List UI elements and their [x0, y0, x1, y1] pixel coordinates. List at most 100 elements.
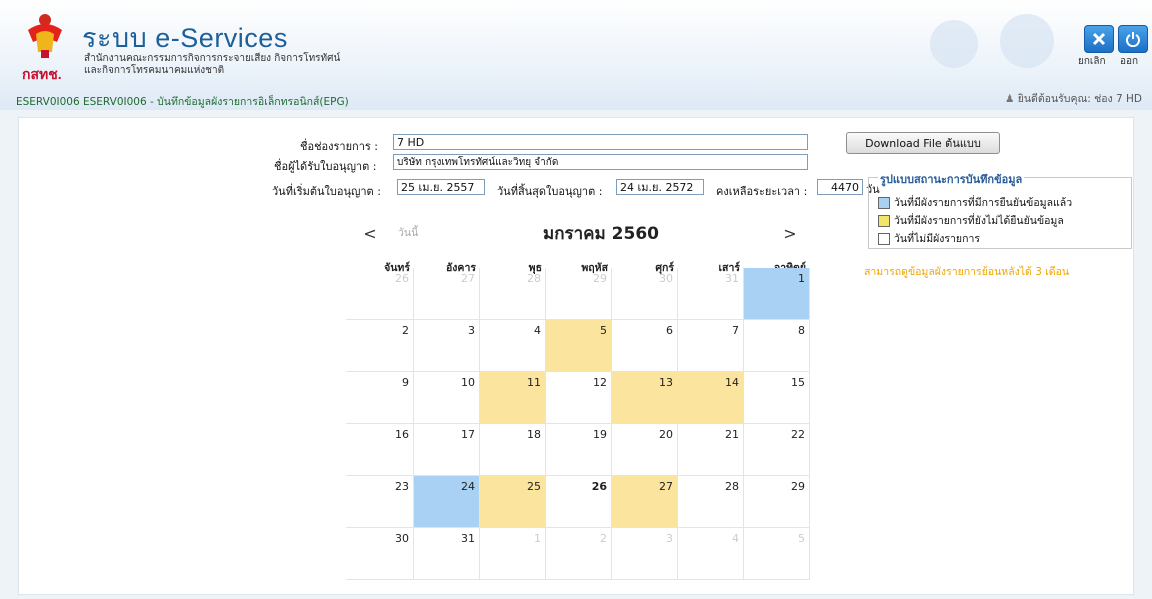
day-number: 18 [527, 428, 541, 441]
day-number: 1 [534, 532, 541, 545]
license-end-field[interactable]: 24 เม.ย. 2572 [616, 179, 704, 195]
calendar-day-cell[interactable]: 4 [678, 528, 744, 580]
welcome-label: ยินดีต้อนรับคุณ: ช่อง 7 HD [1017, 93, 1142, 105]
day-number: 23 [395, 480, 409, 493]
calendar-day-cell[interactable]: 18 [480, 424, 546, 476]
calendar-day-cell[interactable]: 10 [414, 372, 480, 424]
legend-swatch-yellow [878, 214, 890, 227]
calendar-day-cell[interactable]: 23 [346, 476, 414, 528]
calendar-day-cell[interactable]: 25 [480, 476, 546, 528]
day-number: 2 [600, 532, 607, 545]
day-number: 5 [798, 532, 805, 545]
calendar-day-cell[interactable]: 21 [678, 424, 744, 476]
remaining-days-field[interactable]: 4470 [817, 179, 863, 195]
org-name-line2: และกิจการโทรคมนาคมแห่งชาติ [84, 65, 225, 76]
calendar-day-cell[interactable]: 29 [744, 476, 810, 528]
calendar-day-cell[interactable]: 30 [346, 528, 414, 580]
calendar-day-cell[interactable]: 15 [744, 372, 810, 424]
calendar-day-cell[interactable]: 28 [480, 268, 546, 320]
day-number: 3 [468, 324, 475, 337]
close-icon [1092, 32, 1106, 46]
day-number: 28 [725, 480, 739, 493]
calendar-day-cell[interactable]: 26 [546, 476, 612, 528]
calendar-day-cell[interactable]: 29 [546, 268, 612, 320]
day-number: 28 [527, 272, 541, 285]
licensee-label: ชื่อผู้ได้รับใบอนุญาต : [274, 160, 377, 173]
day-number: 17 [461, 428, 475, 441]
calendar-day-cell[interactable]: 1 [480, 528, 546, 580]
channel-name-field[interactable]: 7 HD [393, 134, 808, 150]
calendar-day-cell[interactable]: 17 [414, 424, 480, 476]
calendar-day-cell[interactable]: 24 [414, 476, 480, 528]
day-number: 19 [593, 428, 607, 441]
licensee-field[interactable]: บริษัท กรุงเทพโทรทัศน์และวิทยุ จำกัด [393, 154, 808, 170]
legend-item-confirmed: วันที่มีผังรายการที่มีการยืนยันข้อมูลแล้… [878, 194, 1072, 211]
calendar-day-cell[interactable]: 5 [546, 320, 612, 372]
day-number: 4 [732, 532, 739, 545]
calendar-day-cell[interactable]: 1 [744, 268, 810, 320]
garuda-emblem-icon [28, 14, 62, 58]
day-number: 5 [600, 324, 607, 337]
calendar-day-cell[interactable]: 13 [612, 372, 678, 424]
calendar-day-cell[interactable]: 22 [744, 424, 810, 476]
next-month-button[interactable]: > [774, 222, 806, 244]
calendar-day-cell[interactable]: 9 [346, 372, 414, 424]
calendar-day-cell[interactable]: 16 [346, 424, 414, 476]
day-number: 10 [461, 376, 475, 389]
day-number: 13 [659, 376, 673, 389]
calendar-day-cell[interactable]: 2 [346, 320, 414, 372]
calendar-day-cell[interactable]: 20 [612, 424, 678, 476]
calendar-day-cell[interactable]: 2 [546, 528, 612, 580]
calendar-day-cell[interactable]: 11 [480, 372, 546, 424]
calendar-day-cell[interactable]: 7 [678, 320, 744, 372]
day-number: 31 [461, 532, 475, 545]
calendar-day-cell[interactable]: 26 [346, 268, 414, 320]
legend-item-empty: วันที่ไม่มีผังรายการ [878, 230, 980, 247]
calendar-day-cell[interactable]: 3 [612, 528, 678, 580]
day-number: 30 [659, 272, 673, 285]
calendar-day-cell[interactable]: 4 [480, 320, 546, 372]
day-number: 21 [725, 428, 739, 441]
logo-text: กสทช. [22, 66, 62, 82]
calendar-day-cell[interactable]: 14 [678, 372, 744, 424]
exit-button[interactable] [1118, 25, 1148, 53]
day-number: 24 [461, 480, 475, 493]
welcome-text: ♟ ยินดีต้อนรับคุณ: ช่อง 7 HD [1005, 90, 1142, 107]
cancel-label[interactable]: ยกเลิก [1078, 54, 1106, 69]
legend-label: วันที่มีผังรายการที่ยังไม่ได้ยืนยันข้อมู… [894, 215, 1064, 227]
day-number: 26 [591, 480, 607, 493]
calendar-day-cell[interactable]: 28 [678, 476, 744, 528]
day-number: 1 [798, 272, 805, 285]
calendar-day-cell[interactable]: 12 [546, 372, 612, 424]
day-number: 8 [798, 324, 805, 337]
license-end-label: วันที่สิ้นสุดใบอนุญาต : [497, 185, 603, 198]
calendar-day-cell[interactable]: 27 [612, 476, 678, 528]
calendar-day-cell[interactable]: 31 [678, 268, 744, 320]
prev-month-button[interactable]: < [354, 222, 386, 244]
license-start-field[interactable]: 25 เม.ย. 2557 [397, 179, 485, 195]
legend-swatch-white [878, 232, 890, 245]
remaining-label: คงเหลือระยะเวลา : [716, 185, 808, 198]
calendar-day-cell[interactable]: 3 [414, 320, 480, 372]
day-number: 27 [461, 272, 475, 285]
day-number: 4 [534, 324, 541, 337]
calendar-day-cell[interactable]: 5 [744, 528, 810, 580]
day-number: 11 [527, 376, 541, 389]
today-button[interactable]: วันนี้ [398, 224, 418, 241]
day-number: 29 [593, 272, 607, 285]
day-number: 25 [527, 480, 541, 493]
decorative-circle [1000, 14, 1054, 68]
cancel-button[interactable] [1084, 25, 1114, 53]
calendar-day-cell[interactable]: 6 [612, 320, 678, 372]
day-number: 15 [791, 376, 805, 389]
exit-label[interactable]: ออก [1120, 54, 1138, 69]
calendar-day-cell[interactable]: 30 [612, 268, 678, 320]
calendar-day-cell[interactable]: 31 [414, 528, 480, 580]
day-number: 26 [395, 272, 409, 285]
day-number: 16 [395, 428, 409, 441]
calendar-day-cell[interactable]: 27 [414, 268, 480, 320]
day-number: 6 [666, 324, 673, 337]
download-template-button[interactable]: Download File ต้นแบบ [846, 132, 1000, 154]
calendar-day-cell[interactable]: 19 [546, 424, 612, 476]
calendar-day-cell[interactable]: 8 [744, 320, 810, 372]
